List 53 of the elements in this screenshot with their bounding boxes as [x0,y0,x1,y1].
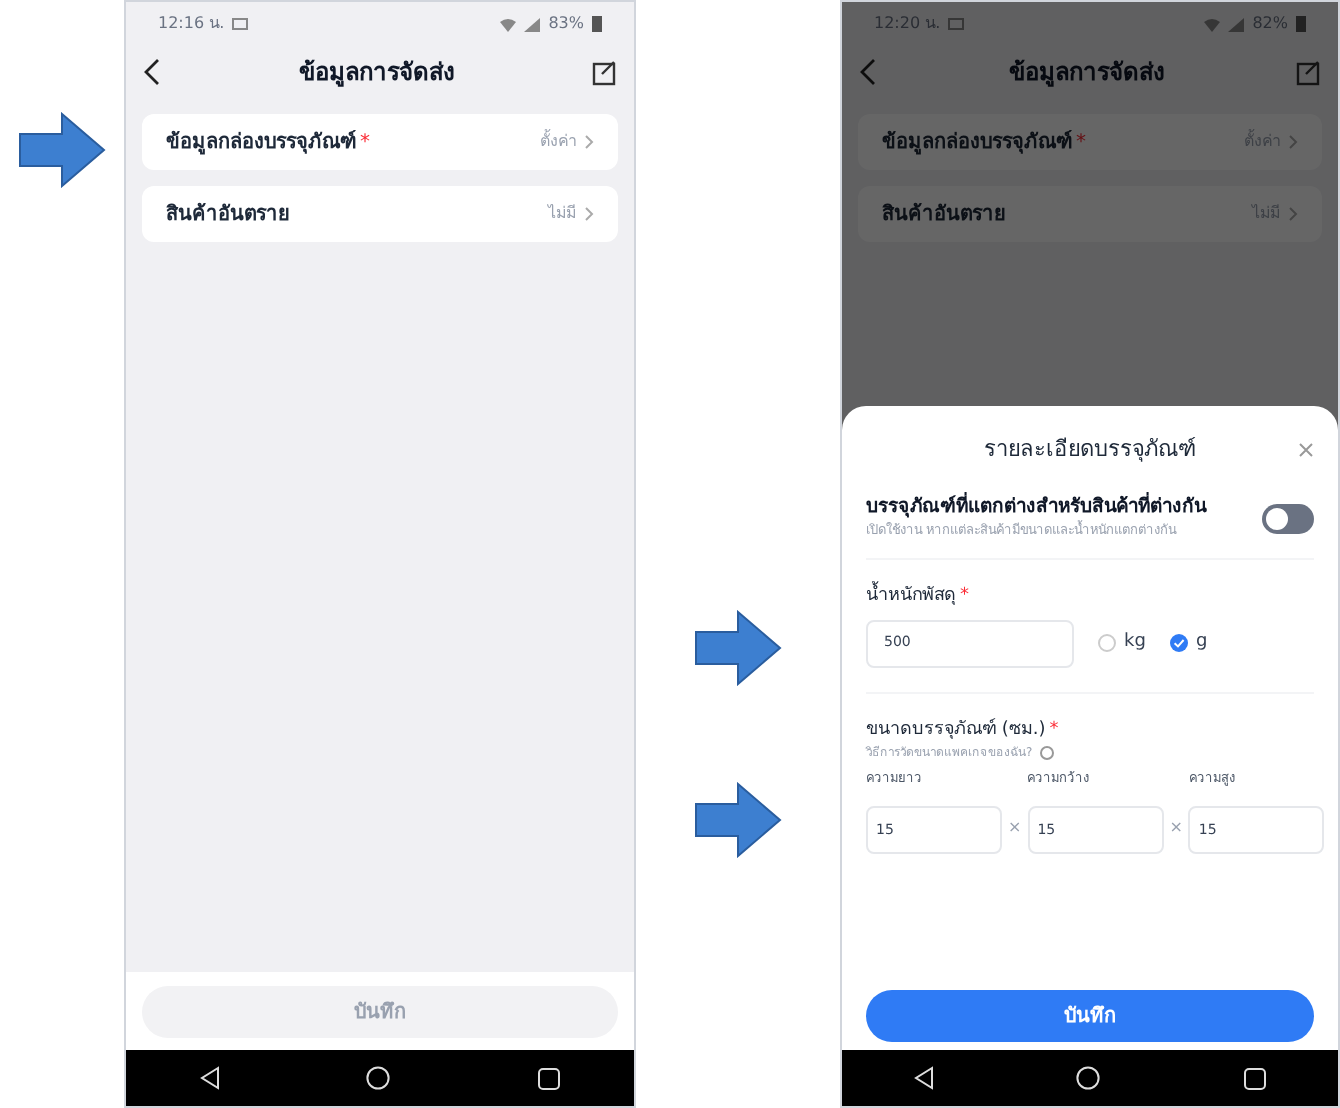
battery-icon [592,16,602,32]
back-nav-icon[interactable] [913,1066,934,1090]
toggle-label: บรรจุภัณฑ์ที่แตกต่างสำหรับสินค้าที่ต่างกัน [866,494,1206,520]
chevron-right-icon [1288,134,1298,150]
battery-percent: 83% [548,12,584,36]
row-value: ไม่มี [548,202,576,226]
weight-label: น้ำหนักพัสดุ [866,584,956,611]
status-time: 12:16 น. [158,12,225,36]
row-label: สินค้าอันตราย [882,200,1006,229]
page-title: ข้อมูลการจัดส่ง [1009,56,1165,90]
radio-button[interactable] [1098,634,1116,652]
wifi-icon [500,17,517,31]
settings-row[interactable]: สินค้าอันตราย ไม่มี [142,186,618,242]
close-icon[interactable] [1298,442,1314,458]
sheet-title: รายละเอียดบรรจุภัณฑ์ [984,433,1196,466]
pointer-arrow [694,782,782,858]
settings-row[interactable]: ข้อมูลกล่องบรรจุภัณฑ์ * ตั้งค่า [142,114,618,170]
radio-button[interactable] [1169,634,1188,652]
home-nav-icon[interactable] [1076,1066,1101,1090]
edit-icon[interactable] [592,59,618,85]
times-sign: × [1169,815,1183,840]
unit-label: kg [1124,629,1146,656]
unit-label: g [1195,629,1208,656]
row-label: ข้อมูลกล่องบรรจุภัณฑ์ [882,128,1072,157]
times-sign: × [1008,815,1022,840]
chevron-right-icon [1288,206,1298,222]
toggle-switch[interactable] [1262,503,1314,533]
signal-icon [1228,17,1245,31]
recents-nav-icon[interactable] [1244,1067,1267,1089]
pointer-arrow [694,610,782,686]
chevron-right-icon [584,206,594,222]
back-nav-icon[interactable] [199,1066,220,1090]
back-icon[interactable] [142,58,162,86]
wifi-icon [1204,17,1221,31]
save-button[interactable]: บันทึก [866,990,1314,1042]
recents-nav-icon[interactable] [538,1067,561,1089]
help-icon[interactable] [1040,746,1055,760]
row-label: ข้อมูลกล่องบรรจุภัณฑ์ [166,128,356,157]
size-label: ขนาดบรรจุภัณฑ์ (ซม.) [866,717,1046,743]
row-label: สินค้าอันตราย [166,200,290,229]
required-mark: * [1049,717,1059,743]
message-icon [948,18,965,30]
required-mark: * [1076,129,1086,157]
signal-icon [524,17,541,31]
required-mark: * [360,129,370,157]
pointer-arrow [18,112,106,188]
page-title: ข้อมูลการจัดส่ง [299,56,455,90]
message-icon [232,18,249,30]
chevron-right-icon [584,134,594,150]
battery-icon [1296,16,1306,32]
required-mark: * [960,584,969,610]
row-value: ตั้งค่า [540,130,576,154]
home-nav-icon[interactable] [366,1066,391,1090]
